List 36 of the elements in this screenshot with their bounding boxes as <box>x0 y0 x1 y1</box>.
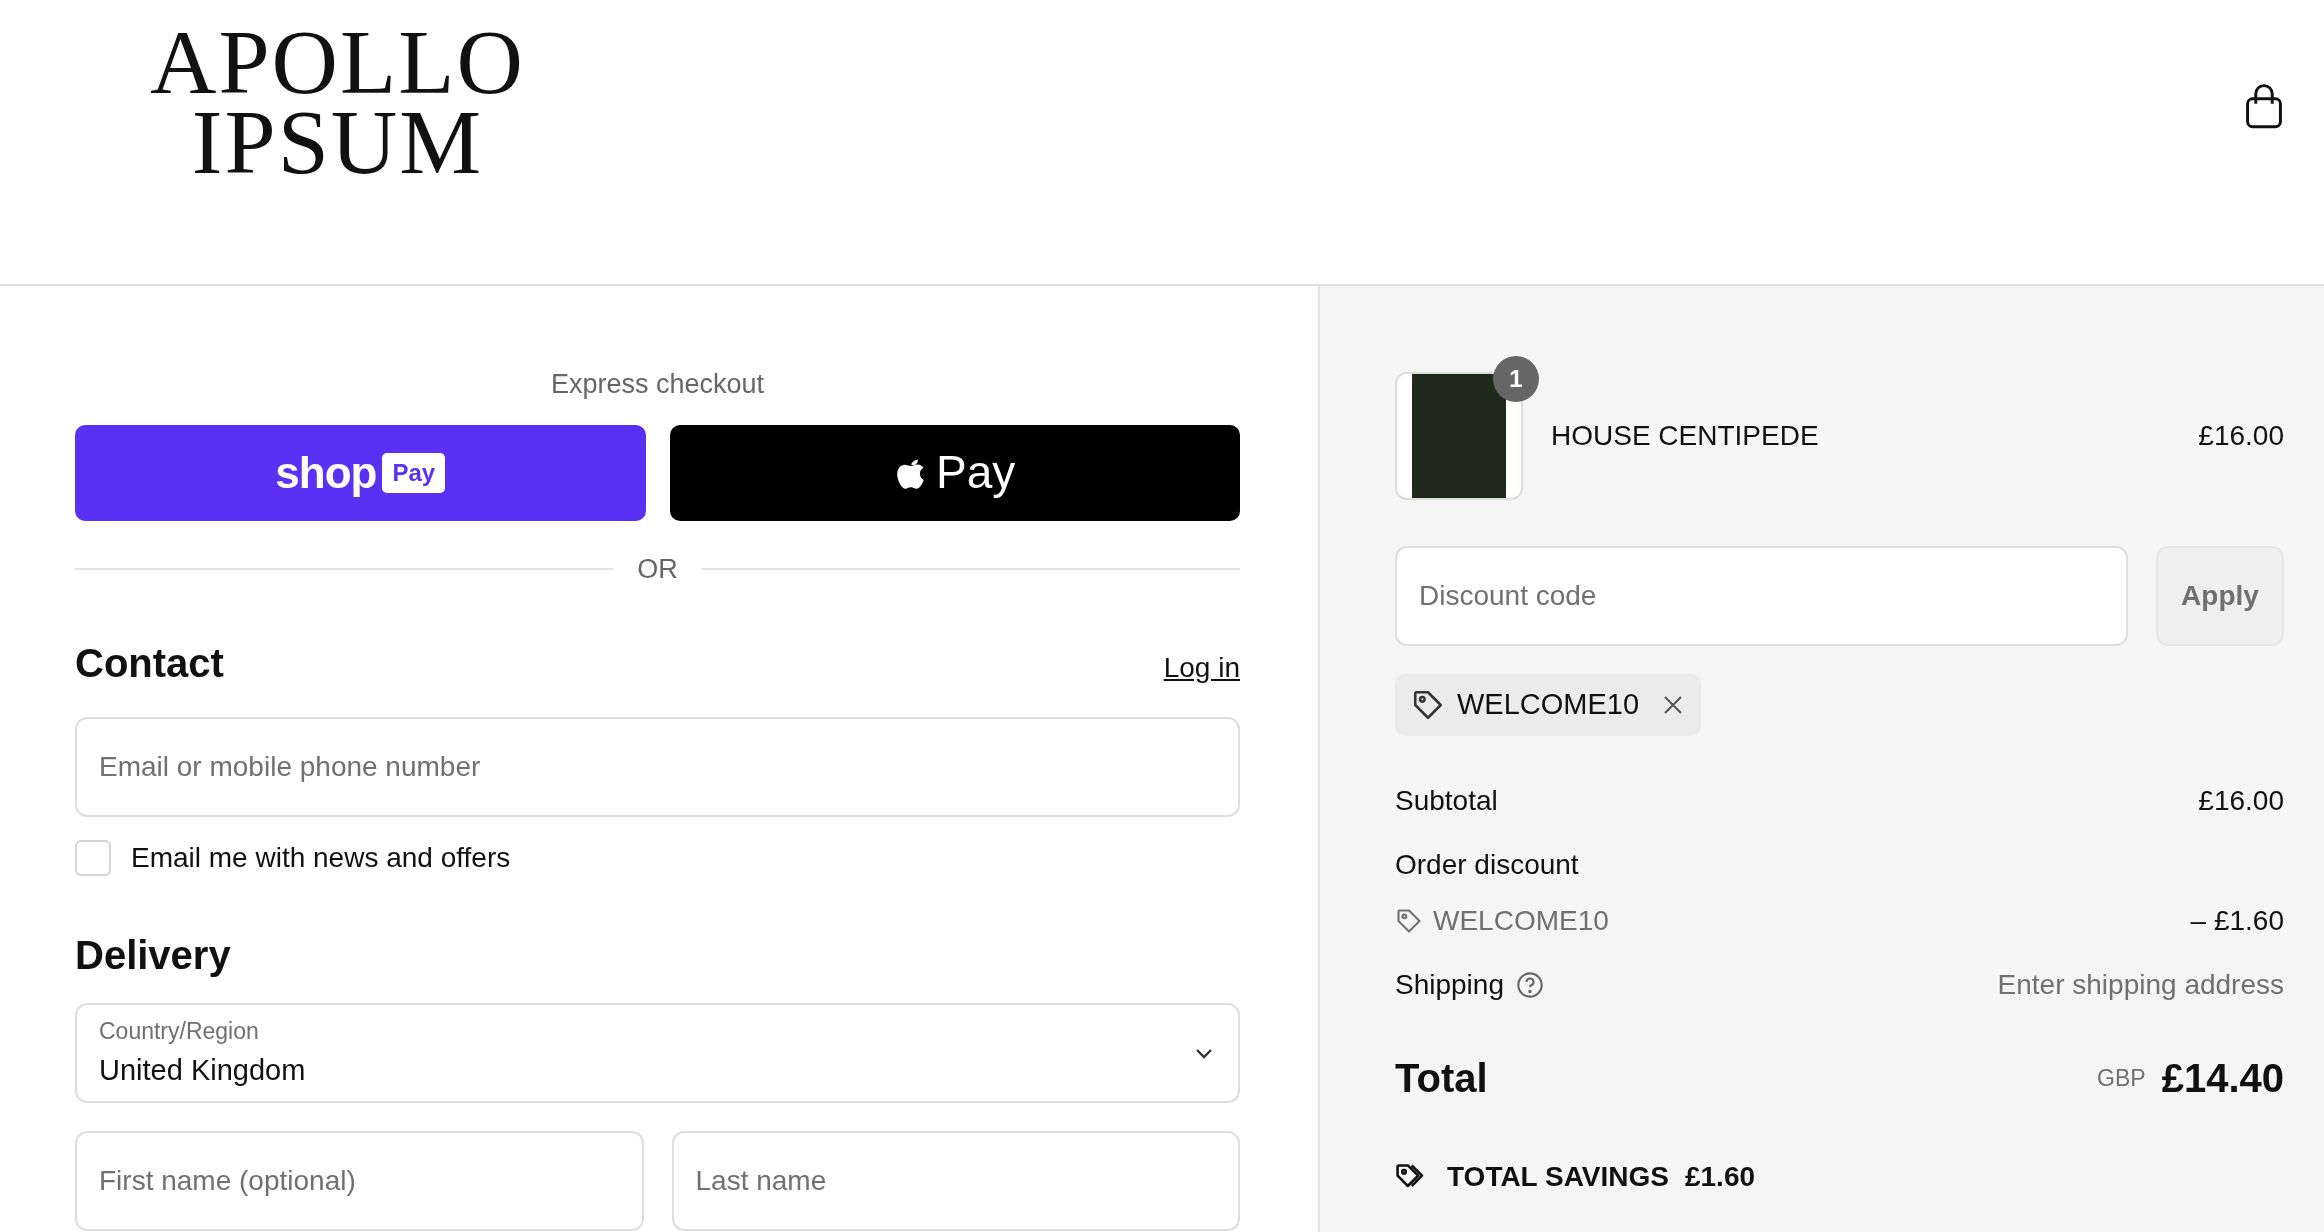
discount-code-input-field[interactable]: Discount code <box>1395 546 2128 646</box>
newsletter-label: Email me with news and offers <box>131 841 511 875</box>
or-divider-text: OR <box>637 552 678 586</box>
apply-button[interactable]: Apply <box>2156 546 2284 646</box>
newsletter-checkbox[interactable] <box>75 840 111 876</box>
shipping-label: Shipping <box>1395 968 1504 1002</box>
total-savings-label: TOTAL SAVINGS <box>1447 1160 1669 1194</box>
contact-heading: Contact <box>75 640 224 687</box>
currency-code: GBP <box>2097 1063 2146 1093</box>
discount-value: – £1.60 <box>2190 904 2284 938</box>
discount-code-text: WELCOME10 <box>1433 904 1609 938</box>
product-price: £16.00 <box>2198 419 2284 453</box>
store-logo[interactable]: APOLLO IPSUM <box>150 22 525 182</box>
shop-pay-button[interactable]: shop Pay <box>75 424 646 521</box>
tag-icon <box>1395 907 1423 935</box>
total-savings-value: £1.60 <box>1684 1160 1756 1194</box>
product-name: HOUSE CENTIPEDE <box>1551 419 1820 453</box>
subtotal-value: £16.00 <box>2198 784 2284 818</box>
name-input-field[interactable]: Last name <box>671 1131 1240 1231</box>
subtotal-label: Subtotal <box>1395 784 1498 818</box>
express-checkout-title: Express checkout <box>550 368 765 401</box>
total-label: Total <box>1395 1055 1488 1102</box>
shopping-bag-icon[interactable] <box>2244 84 2284 130</box>
name-input-field[interactable]: First name (optional) <box>75 1131 644 1231</box>
applied-discount-chip: WELCOME10 <box>1395 674 1702 736</box>
apple-pay-button[interactable]: Pay <box>669 424 1240 521</box>
total-value: £14.40 <box>2161 1055 2284 1102</box>
delivery-heading: Delivery <box>75 932 232 979</box>
help-icon[interactable] <box>1516 971 1544 999</box>
tag-icon <box>1411 688 1445 722</box>
email-input-field[interactable]: Email or mobile phone number <box>75 717 1240 817</box>
order-discount-label: Order discount <box>1395 848 1580 882</box>
quantity-badge: 1 <box>1493 356 1539 402</box>
log-in-link[interactable]: Log in <box>1163 647 1240 693</box>
shipping-value: Enter shipping address <box>1997 968 2284 1002</box>
country-select[interactable]: Country/Region United Kingdom <box>75 1003 1240 1103</box>
